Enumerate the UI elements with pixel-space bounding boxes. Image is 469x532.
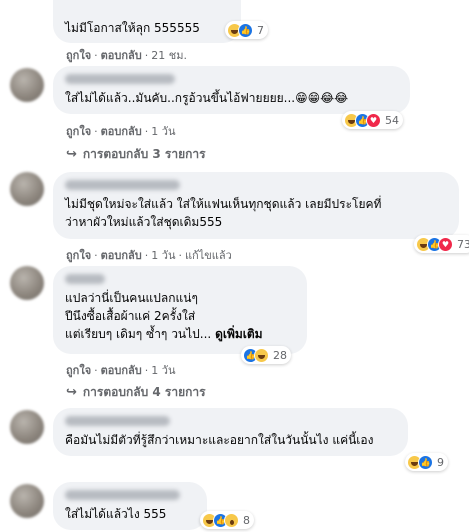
reaction-count: 54	[385, 113, 399, 127]
love-reaction-icon: ♥	[366, 112, 381, 128]
commenter-name[interactable]	[65, 416, 170, 426]
avatar[interactable]	[10, 266, 44, 300]
commenter-name[interactable]	[65, 274, 105, 284]
commenter-name[interactable]	[65, 74, 175, 84]
like-reaction-icon: 👍	[238, 22, 253, 38]
reaction-count: 28	[273, 348, 287, 362]
avatar[interactable]	[10, 410, 44, 444]
comment-time[interactable]: 1 วัน	[151, 125, 175, 138]
view-replies-link[interactable]: ↪ การตอบกลับ 3 รายการ	[66, 145, 206, 164]
comment-time[interactable]: 1 วัน	[151, 249, 175, 262]
reply-arrow-icon: ↪	[66, 385, 77, 400]
comment-actions: ถูกใจ · ตอบกลับ · 1 วัน	[66, 364, 176, 377]
comment-text: ใส่ไม่ได้แล้ว..มันคับ..กรูอ้วนขึ้นไอ้ฟาย…	[65, 91, 349, 105]
replies-label: การตอบกลับ 3 รายการ	[82, 147, 206, 161]
comment-bubble: ใส่ไม่ได้แล้วไง 555	[53, 482, 207, 530]
reaction-count: 8	[243, 513, 250, 527]
like-button[interactable]: ถูกใจ	[66, 364, 91, 377]
comment-time[interactable]: 21 ชม.	[151, 49, 187, 62]
edited-label: แก้ไขแล้ว	[184, 249, 232, 262]
comment-text-line: แปลว่านี่เป็นคนแปลกแน่ๆ	[65, 291, 198, 305]
reaction-count: 73	[457, 237, 469, 251]
reaction-summary[interactable]: 👍 ♥ 54	[342, 111, 403, 129]
reaction-count: 9	[437, 455, 444, 469]
view-replies-link[interactable]: ↪ การตอบกลับ 4 รายการ	[66, 383, 206, 402]
reply-button[interactable]: ตอบกลับ	[101, 49, 142, 62]
like-button[interactable]: ถูกใจ	[66, 249, 91, 262]
comment-text-line: ปีนึงซื้อเสื้อผ้าแค่ 2ครั้งใส่	[65, 309, 196, 323]
reaction-summary[interactable]: 👍 ♥ 73	[414, 235, 469, 253]
comment-text: ไม่มีโอกาสให้ลุก 555555	[65, 21, 200, 35]
reaction-summary[interactable]: 👍 9	[405, 453, 448, 471]
reaction-summary[interactable]: 👍 7	[225, 21, 268, 39]
comment-actions: ถูกใจ · ตอบกลับ · 1 วัน	[66, 125, 176, 138]
comment-bubble: แปลว่านี่เป็นคนแปลกแน่ๆ ปีนึงซื้อเสื้อผ้…	[53, 266, 307, 354]
wow-reaction-icon	[224, 512, 239, 528]
comment-text: ใส่ไม่ได้แล้วไง 555	[65, 507, 167, 521]
avatar[interactable]	[10, 484, 44, 518]
comment-text-line: ไม่มีชุดใหม่จะใส่แล้ว ใส่ให้แฟนเห็นทุกชุ…	[65, 197, 382, 211]
comment-bubble: ใส่ไม่ได้แล้ว..มันคับ..กรูอ้วนขึ้นไอ้ฟาย…	[53, 66, 410, 114]
haha-reaction-icon	[254, 347, 269, 363]
comment-actions: ถูกใจ · ตอบกลับ · 21 ชม.	[66, 49, 187, 62]
comment-bubble: ไม่มีชุดใหม่จะใส่แล้ว ใส่ให้แฟนเห็นทุกชุ…	[53, 172, 459, 239]
comment-text: คือมันไม่มีตัวที่รู้สึกว่าเหมาะและอยากใส…	[65, 433, 374, 447]
commenter-name[interactable]	[65, 490, 180, 500]
like-button[interactable]: ถูกใจ	[66, 49, 91, 62]
see-more-link[interactable]: ดูเพิ่มเติม	[215, 327, 263, 341]
reply-button[interactable]: ตอบกลับ	[101, 364, 142, 377]
like-button[interactable]: ถูกใจ	[66, 125, 91, 138]
avatar[interactable]	[10, 68, 44, 102]
comment-text-line: แต่เรียบๆ เดิมๆ ซ้ำๆ วนไป... ดูเพิ่มเติม	[65, 327, 263, 341]
reaction-summary[interactable]: 👍 8	[200, 511, 254, 529]
love-reaction-icon: ♥	[438, 236, 453, 252]
comment-bubble: คือมันไม่มีตัวที่รู้สึกว่าเหมาะและอยากใส…	[53, 408, 408, 456]
replies-label: การตอบกลับ 4 รายการ	[82, 385, 206, 399]
reaction-count: 7	[257, 23, 264, 37]
reaction-summary[interactable]: 👍 28	[241, 346, 291, 364]
comment-text-line: ว่าหาผัวใหม่แล้วใส่ชุดเดิม555	[65, 215, 223, 229]
comment-actions: ถูกใจ · ตอบกลับ · 1 วัน · แก้ไขแล้ว	[66, 249, 232, 262]
reply-button[interactable]: ตอบกลับ	[101, 125, 142, 138]
avatar[interactable]	[10, 172, 44, 206]
reply-button[interactable]: ตอบกลับ	[101, 249, 142, 262]
like-reaction-icon: 👍	[418, 454, 433, 470]
commenter-name[interactable]	[65, 180, 180, 190]
comment-bubble: ไม่มีโอกาสให้ลุก 555555	[53, 0, 241, 43]
comment-time[interactable]: 1 วัน	[151, 364, 175, 377]
reply-arrow-icon: ↪	[66, 147, 77, 162]
